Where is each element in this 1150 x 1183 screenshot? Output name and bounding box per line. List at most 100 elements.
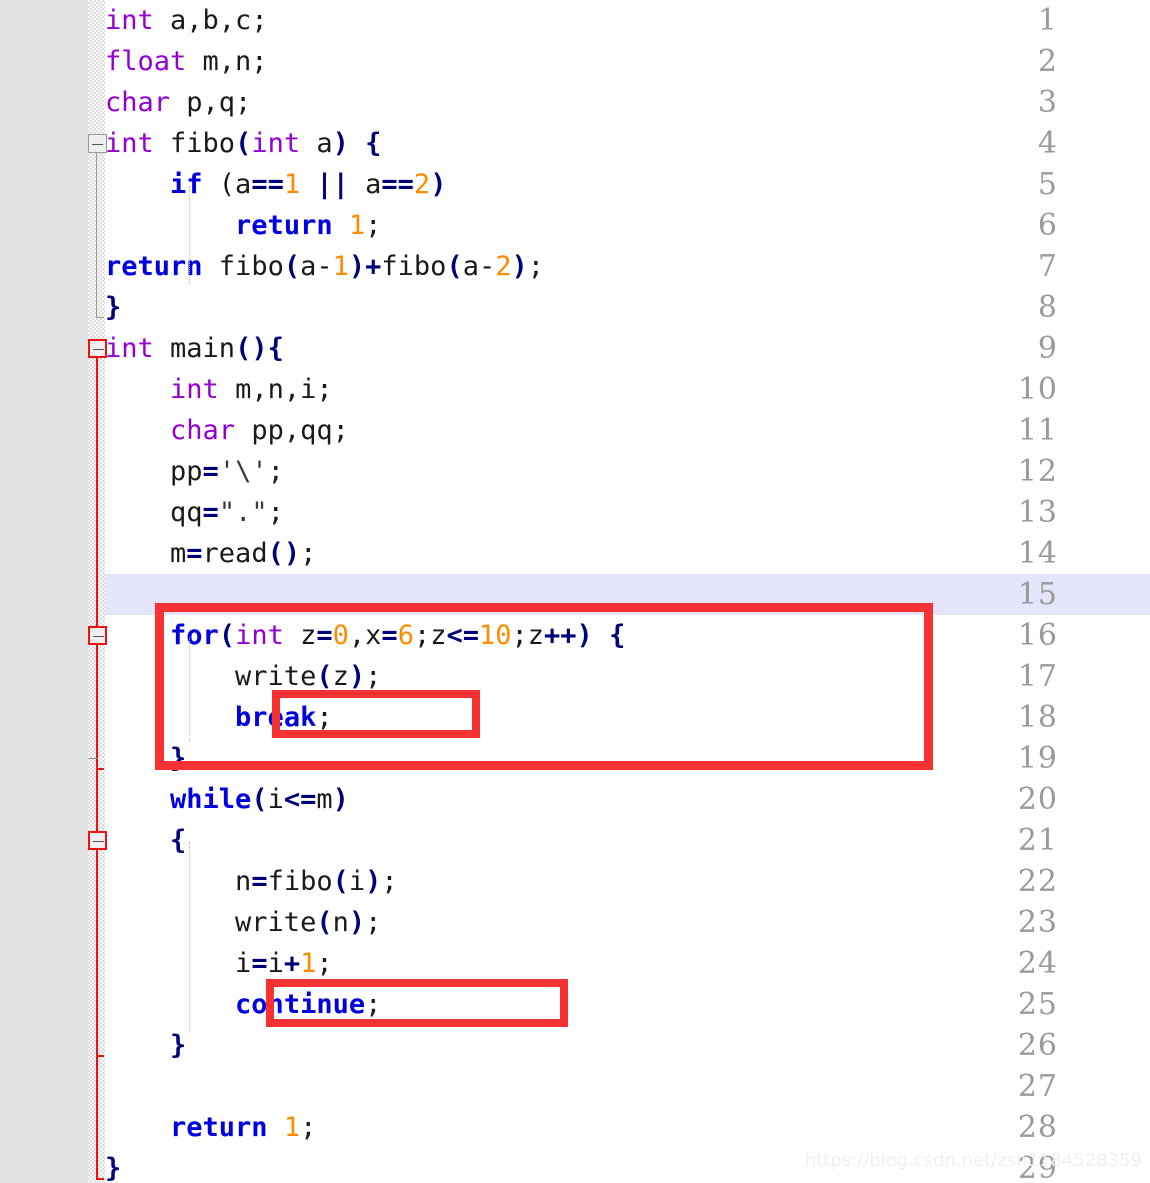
code-line-26[interactable]: } bbox=[105, 1025, 186, 1066]
token-punc: ( bbox=[332, 866, 349, 897]
token-plain: ; bbox=[365, 907, 382, 938]
token-type: int bbox=[251, 128, 301, 159]
token-plain: z bbox=[332, 661, 349, 692]
token-plain: m,n,i; bbox=[218, 374, 333, 405]
token-plain: read bbox=[202, 538, 268, 569]
code-line-18[interactable]: break; bbox=[105, 697, 333, 738]
token-number: 6 bbox=[397, 620, 414, 651]
token-punc: () bbox=[267, 538, 301, 569]
code-line-24[interactable]: i=i+1; bbox=[105, 943, 333, 984]
token-keyword: continue bbox=[235, 989, 366, 1020]
code-line-4[interactable]: int fibo(int a) { bbox=[105, 123, 381, 164]
code-line-6[interactable]: return 1; bbox=[105, 205, 381, 246]
token-plain: i bbox=[348, 866, 366, 897]
token-plain: fibo bbox=[267, 866, 333, 897]
token-plain: write bbox=[105, 907, 317, 938]
code-line-1[interactable]: int a,b,c; bbox=[105, 0, 268, 41]
token-punc: { bbox=[365, 128, 382, 159]
code-line-23[interactable]: write(n); bbox=[105, 902, 381, 943]
code-content[interactable]: int a,b,c; float m,n; char p,q; int fibo… bbox=[105, 0, 1150, 1183]
token-plain: i bbox=[267, 784, 284, 815]
token-punc: ( bbox=[235, 128, 252, 159]
code-line-8[interactable]: } bbox=[105, 287, 121, 328]
token-operator: <= bbox=[446, 620, 479, 651]
token-punc: ) bbox=[332, 128, 349, 159]
code-line-2[interactable]: float m,n; bbox=[105, 41, 268, 82]
token-plain: ; bbox=[365, 661, 382, 692]
code-line-13[interactable]: qq="."; bbox=[105, 492, 284, 533]
token-plain: ,x bbox=[348, 620, 382, 651]
code-line-29[interactable]: } bbox=[105, 1148, 121, 1183]
token-plain: ; bbox=[527, 251, 545, 282]
token-keyword: for bbox=[170, 620, 219, 651]
token-keyword: while bbox=[170, 784, 252, 815]
token-plain: a- bbox=[300, 251, 333, 282]
token-operator: = bbox=[202, 456, 219, 487]
token-punc: ) bbox=[511, 251, 528, 282]
token-operator: == bbox=[381, 169, 414, 200]
code-line-21[interactable]: { bbox=[105, 820, 186, 861]
token-punc: ) bbox=[348, 251, 366, 282]
token-plain: a bbox=[348, 169, 382, 200]
token-number: 1 bbox=[332, 251, 349, 282]
token-keyword: return bbox=[105, 251, 203, 282]
code-line-22[interactable]: n=fibo(i); bbox=[105, 861, 398, 902]
token-plain: ; bbox=[267, 497, 284, 528]
token-operator: = bbox=[316, 620, 333, 651]
fold-range-line-21 bbox=[96, 850, 98, 1055]
token-plain: ; bbox=[365, 210, 382, 241]
token-plain: fibo bbox=[202, 251, 284, 282]
indent-guide bbox=[189, 842, 191, 1032]
token-operator: = bbox=[251, 948, 268, 979]
code-line-9[interactable]: int main(){ bbox=[105, 328, 284, 369]
token-string: '\' bbox=[218, 456, 268, 487]
token-number: 1 bbox=[283, 169, 301, 200]
code-line-16[interactable]: for(int z=0,x=6;z<=10;z++) { bbox=[105, 615, 625, 656]
code-line-14[interactable]: m=read(); bbox=[105, 533, 316, 574]
token-keyword: return bbox=[170, 1112, 268, 1143]
token-plain: n bbox=[105, 866, 252, 897]
token-plain: a- bbox=[462, 251, 496, 282]
token-operator: || bbox=[316, 169, 349, 200]
token-type: char bbox=[170, 415, 236, 446]
code-line-5[interactable]: if (a==1 || a==2) bbox=[105, 164, 446, 205]
token-plain: m bbox=[316, 784, 333, 815]
code-line-19[interactable]: } bbox=[105, 738, 186, 779]
fold-range-end-line-8 bbox=[96, 317, 104, 318]
code-line-17[interactable]: write(z); bbox=[105, 656, 381, 697]
fold-stub-line-19 bbox=[89, 758, 98, 759]
token-plain: pp bbox=[105, 456, 203, 487]
code-line-20[interactable]: while(i<=m) bbox=[105, 779, 349, 820]
token-plain: main bbox=[153, 333, 236, 364]
token-plain: m bbox=[105, 538, 187, 569]
code-line-3[interactable]: char p,q; bbox=[105, 82, 251, 123]
code-line-11[interactable]: char pp,qq; bbox=[105, 410, 349, 451]
code-line-12[interactable]: pp='\'; bbox=[105, 451, 284, 492]
token-plain: ; bbox=[365, 989, 382, 1020]
token-number: 10 bbox=[478, 620, 512, 651]
code-line-28[interactable]: return 1; bbox=[105, 1107, 316, 1148]
code-line-10[interactable]: int m,n,i; bbox=[105, 369, 333, 410]
token-operator: = bbox=[202, 497, 219, 528]
token-punc: ) bbox=[332, 784, 349, 815]
code-editor: 1 2 3 4 5 6 7 8 9 10 11 12 13 14 15 16 17 18 19 20 21 22 23 24 2… bbox=[0, 0, 1150, 1183]
token-plain: fibo bbox=[153, 128, 236, 159]
token-plain: m,n; bbox=[186, 46, 268, 77]
token-type: int bbox=[170, 374, 219, 405]
token-type: int bbox=[105, 333, 154, 364]
code-line-25[interactable]: continue; bbox=[105, 984, 381, 1025]
token-plain: p,q; bbox=[170, 87, 252, 118]
token-punc: } bbox=[105, 1153, 122, 1183]
code-line-7[interactable]: return fibo(a-1)+fibo(a-2); bbox=[105, 246, 544, 287]
token-operator: = bbox=[186, 538, 203, 569]
